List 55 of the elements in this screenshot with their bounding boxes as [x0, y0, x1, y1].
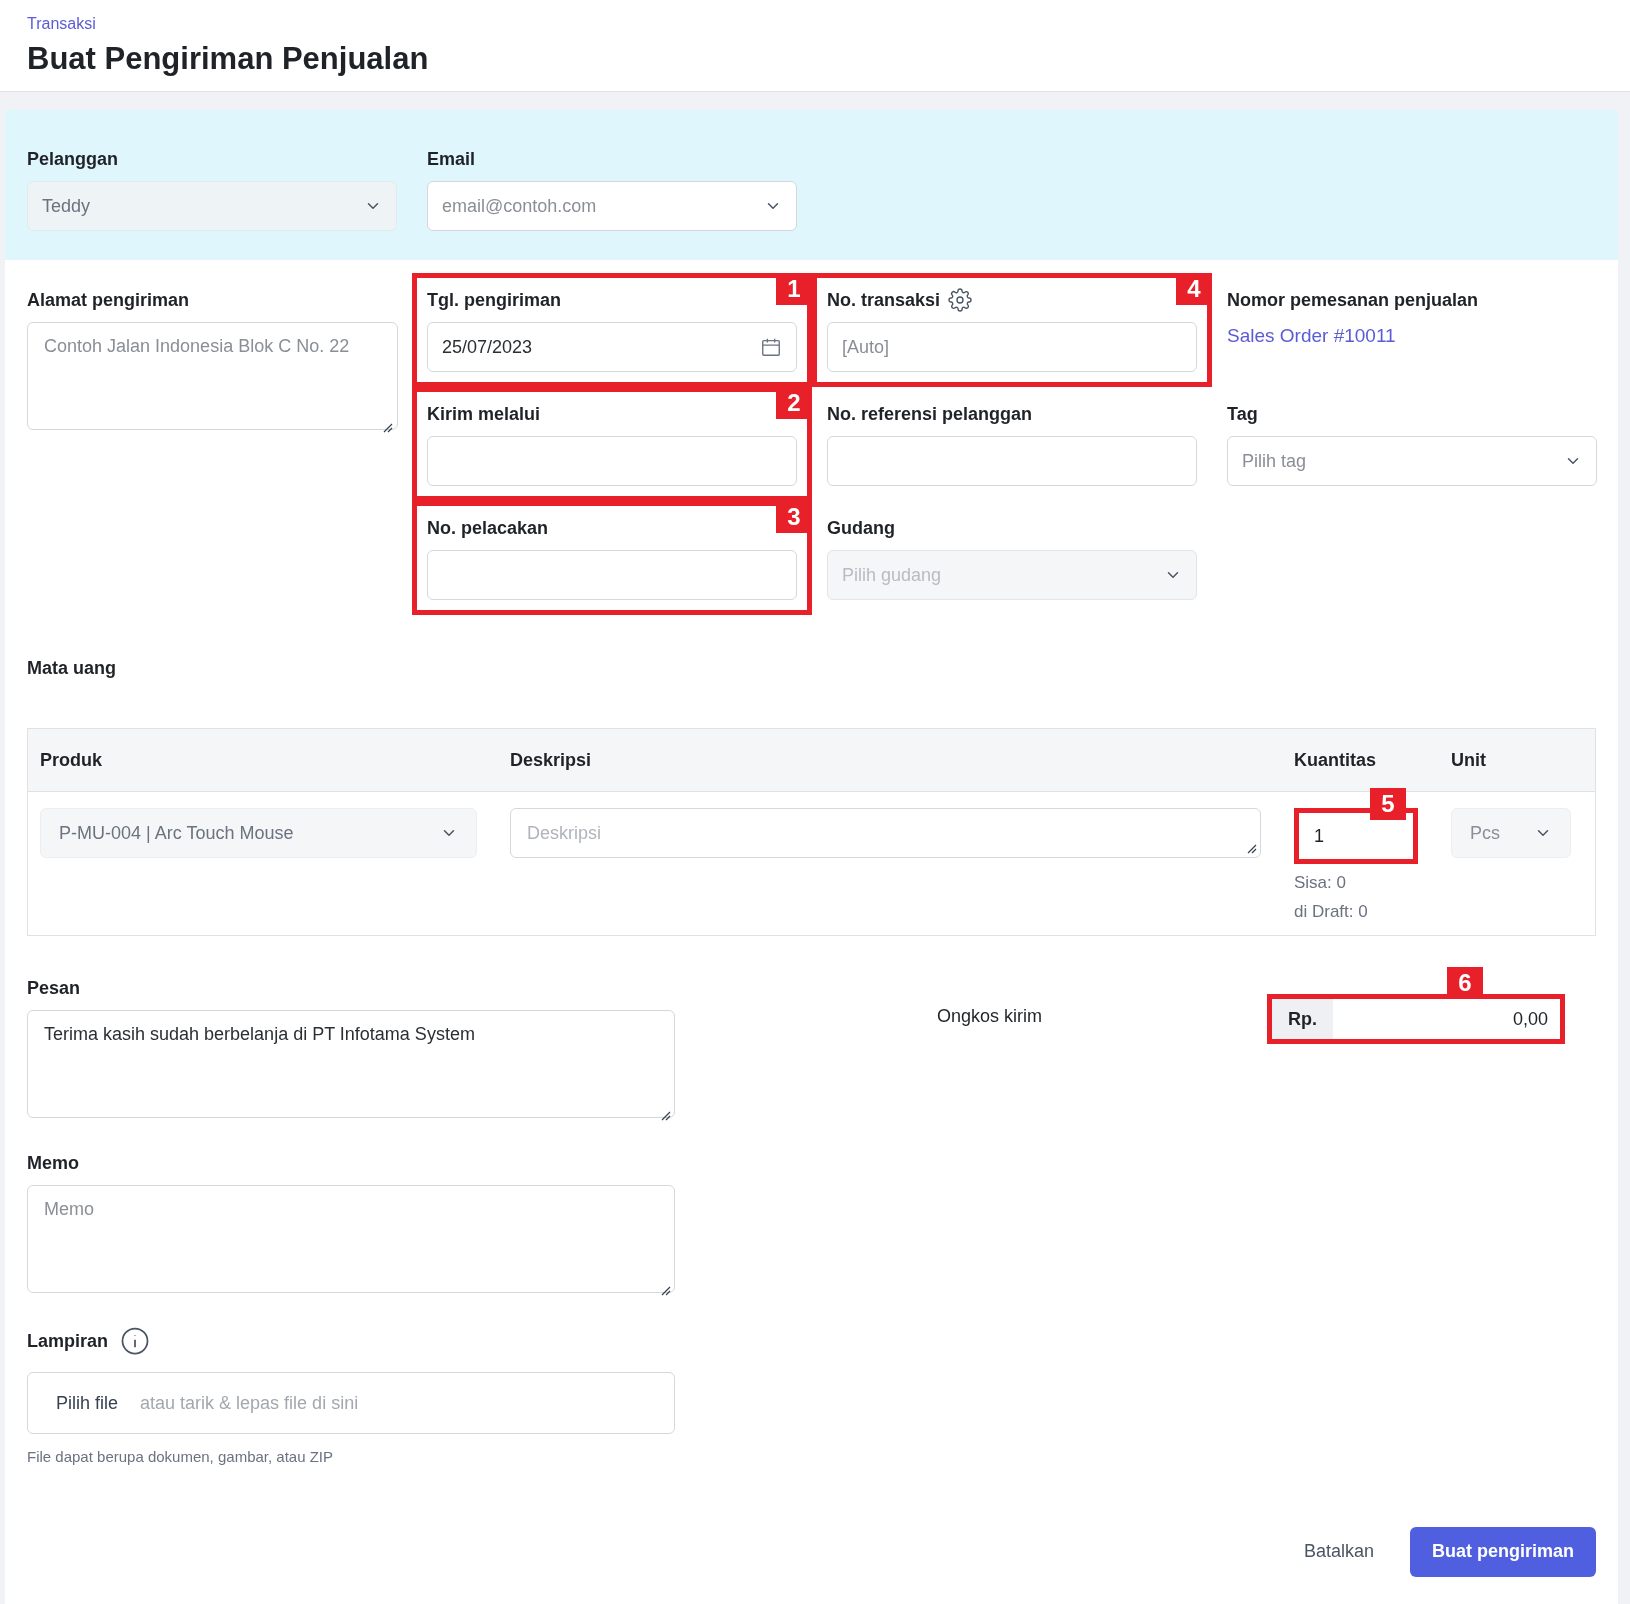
page-title: Buat Pengiriman Penjualan [27, 40, 430, 78]
message-field[interactable]: Terima kasih sudah berbelanja di PT Infotama System [27, 1010, 675, 1118]
settings-icon[interactable] [948, 288, 973, 312]
text-field[interactable] [827, 436, 1197, 486]
column-header: Produk [40, 748, 103, 772]
memo-field[interactable]: Memo [27, 1185, 675, 1293]
column-header: Deskripsi [510, 748, 593, 772]
field-label: Lampiran [27, 1329, 109, 1353]
email-select[interactable]: email@contoh.com [427, 181, 797, 231]
text-field[interactable]: [Auto] [827, 322, 1197, 372]
callout-number: 5 [1370, 788, 1406, 820]
create-shipment-button[interactable]: Buat pengiriman [1410, 1526, 1596, 1577]
resize-handle-icon [381, 421, 393, 433]
calendar-icon [760, 336, 782, 358]
resize-handle-icon [659, 1284, 671, 1296]
currency-prefix: Rp. [1272, 999, 1333, 1039]
field-label: Memo [27, 1151, 80, 1175]
cancel-button[interactable]: Batalkan [1303, 1538, 1374, 1565]
description-field[interactable]: Deskripsi [510, 808, 1261, 858]
field-label: Email [427, 147, 477, 171]
field-label: No. transaksi [827, 288, 941, 312]
resize-handle-icon [659, 1109, 671, 1121]
remaining-text: Sisa: 0 [1294, 872, 1347, 894]
drop-hint: atau tarik & lepas file di sini [140, 1391, 359, 1415]
field-label: Gudang [827, 516, 895, 540]
file-drop-zone[interactable]: Pilih file atau tarik & lepas file di sini [27, 1372, 675, 1434]
column-header: Unit [1451, 748, 1487, 772]
file-hint: File dapat berupa dokumen, gambar, atau ZIP [27, 1447, 335, 1467]
address-field[interactable]: Contoh Jalan Indonesia Blok C No. 22 [27, 322, 398, 430]
choose-file-button[interactable]: Pilih file [56, 1389, 119, 1417]
field-label: No. referensi pelanggan [827, 402, 1033, 426]
text-field[interactable] [427, 436, 797, 486]
field-label: Tag [1227, 402, 1258, 426]
product-select[interactable]: P-MU-004 | Arc Touch Mouse [40, 808, 477, 858]
resize-handle-icon [1245, 842, 1257, 854]
draft-text: di Draft: 0 [1294, 900, 1369, 923]
column-header: Kuantitas [1294, 748, 1377, 772]
field-label: Pesan [27, 976, 82, 1000]
text-field[interactable] [427, 550, 797, 600]
field-label: Pelanggan [27, 147, 120, 171]
sales-order-link[interactable]: Sales Order #10011 [1227, 325, 1396, 346]
field-label: Nomor pemesanan penjualan [1227, 288, 1479, 312]
field-label: Alamat pengiriman [27, 288, 191, 312]
shipping-cost-value: 0,00 [1511, 1007, 1549, 1031]
info-icon[interactable] [120, 1326, 151, 1356]
shipping-cost-label: Ongkos kirim [937, 1005, 1044, 1028]
date-field[interactable]: 25/07/2023 [427, 322, 797, 372]
breadcrumb-link[interactable]: Transaksi [27, 12, 1603, 36]
field-label: Tgl. pengiriman [427, 288, 561, 312]
select-field[interactable]: Pilih tag [1227, 436, 1597, 486]
shipping-cost-field[interactable]: Rp. 0,00 [1267, 994, 1565, 1044]
field-label: Kirim melalui [427, 402, 541, 426]
currency-label: Mata uang [27, 657, 117, 680]
unit-select[interactable]: Pcs [1451, 808, 1571, 858]
field-label: No. pelacakan [427, 516, 549, 540]
